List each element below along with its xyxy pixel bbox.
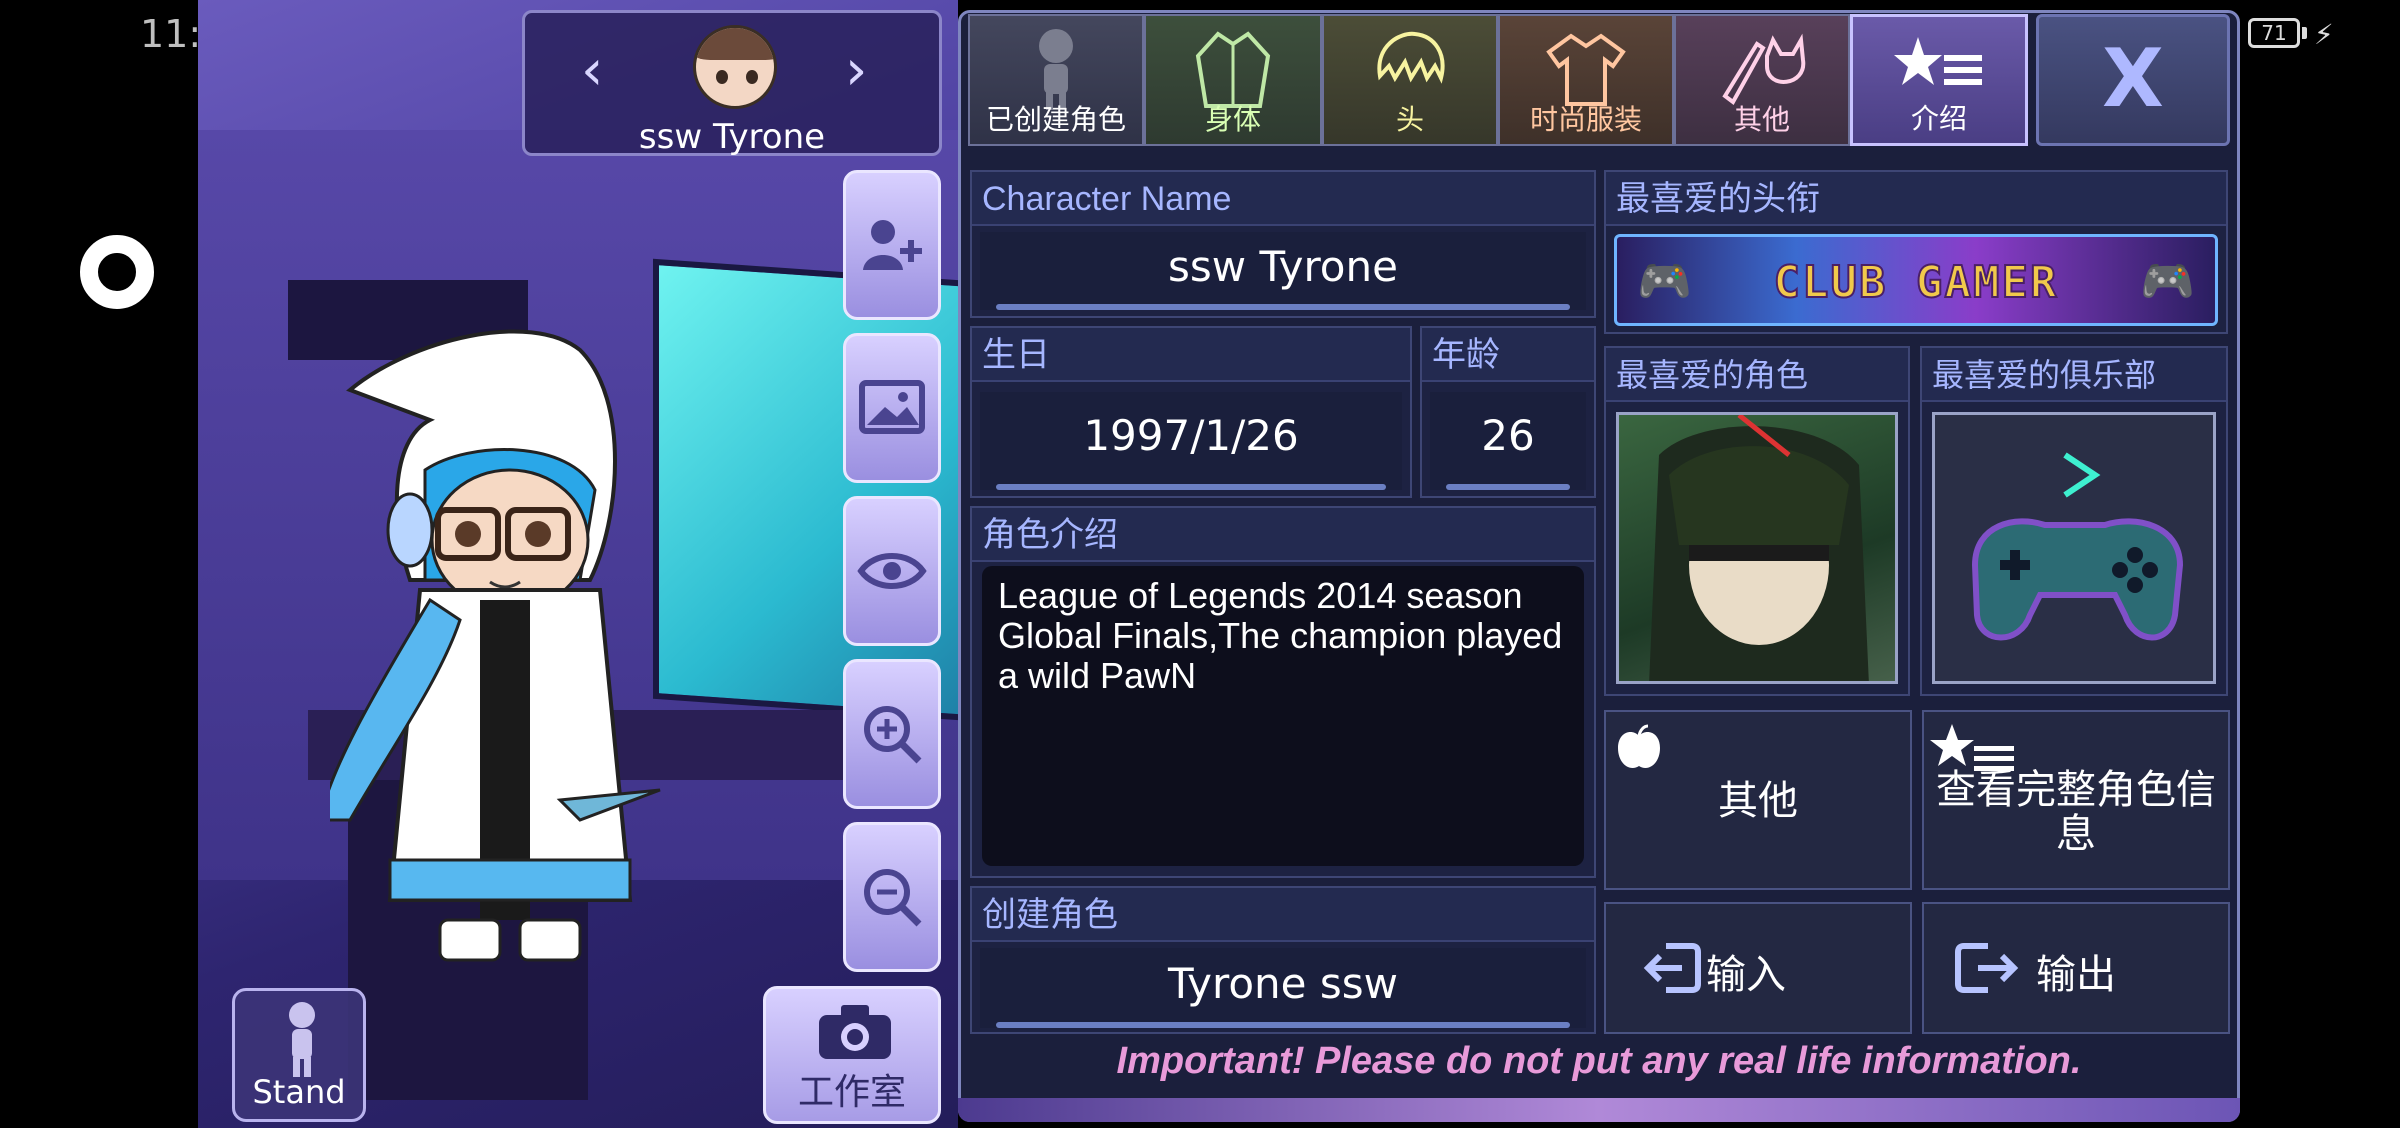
tab-body[interactable]: 身体: [1144, 14, 1322, 146]
camera-icon: [819, 1005, 891, 1059]
favorite-club-image[interactable]: [1932, 412, 2216, 684]
standing-figure-icon: [289, 1002, 315, 1077]
age-field[interactable]: 26: [1430, 392, 1586, 490]
bio-label: 角色介绍: [972, 508, 1594, 562]
character-avatar[interactable]: [330, 320, 750, 980]
selected-character-name: ssw Tyrone: [638, 117, 826, 157]
selected-character-avatar[interactable]: [693, 25, 777, 109]
prev-character-arrow-icon[interactable]: ‹: [581, 43, 603, 99]
birthday-value: 1997/1/26: [1083, 411, 1299, 460]
export-button[interactable]: 输出: [1922, 902, 2230, 1034]
gamepad-right-icon: 🎮: [2140, 256, 2195, 307]
eye-icon: [857, 553, 927, 589]
age-value: 26: [1481, 411, 1535, 460]
battery-indicator: 71: [2248, 18, 2300, 48]
export-label: 输出: [2036, 952, 2116, 998]
favorite-club-box: 最喜爱的俱乐部: [1920, 346, 2228, 696]
favorite-character-image[interactable]: [1616, 412, 1898, 684]
tab-head[interactable]: 头: [1322, 14, 1498, 146]
character-name-box: Character Name ssw Tyrone: [970, 170, 1596, 318]
background-button[interactable]: [843, 333, 941, 483]
zoom-out-icon: [864, 869, 922, 927]
character-name-field[interactable]: ssw Tyrone: [980, 232, 1586, 310]
creator-box: 创建角色 Tyrone ssw: [970, 886, 1596, 1034]
character-name-value: ssw Tyrone: [1168, 242, 1398, 291]
favorite-title-label: 最喜爱的头衔: [1606, 172, 2226, 226]
visibility-button[interactable]: [843, 496, 941, 646]
tab-fashion[interactable]: 时尚服装: [1498, 14, 1674, 146]
creator-value: Tyrone ssw: [1168, 959, 1398, 1008]
favorite-title-banner[interactable]: 🎮 CLUB GAMER 🎮: [1614, 234, 2218, 326]
close-button[interactable]: X: [2036, 14, 2230, 146]
studio-button[interactable]: 工作室: [763, 986, 941, 1124]
screen-record-icon[interactable]: [80, 235, 154, 309]
character-name-label: Character Name: [972, 172, 1594, 226]
birthday-field[interactable]: 1997/1/26: [980, 392, 1402, 490]
stand-label: Stand: [252, 1073, 346, 1111]
zoom-out-button[interactable]: [843, 822, 941, 972]
favorite-club-label: 最喜爱的俱乐部: [1922, 348, 2226, 402]
favorite-title-box: 最喜爱的头衔 🎮 CLUB GAMER 🎮: [1604, 170, 2228, 334]
bio-textarea[interactable]: League of Legends 2014 season Global Fin…: [982, 566, 1584, 866]
favorite-character-box: 最喜爱的角色: [1604, 346, 1910, 696]
image-icon: [859, 380, 925, 434]
title-banner-text: CLUB GAMER: [1773, 256, 2059, 309]
charging-icon: ⚡: [2314, 18, 2334, 51]
panel-bottom-glow: [958, 1098, 2240, 1122]
stand-pose-button[interactable]: Stand: [232, 988, 366, 1122]
next-character-arrow-icon[interactable]: ›: [845, 43, 867, 99]
zoom-in-icon: [864, 706, 922, 764]
add-person-icon: [863, 220, 922, 270]
other-button-label: 其他: [1718, 778, 1798, 824]
studio-label: 工作室: [797, 1072, 906, 1113]
import-icon: [1643, 943, 1701, 993]
screen: 11:12 71 ⚡ ‹ › ssw Tyrone Stand 工作室 已创建角…: [0, 0, 2400, 1128]
creator-label: 创建角色: [972, 888, 1594, 942]
zoom-in-button[interactable]: [843, 659, 941, 809]
gamepad-icon: [1971, 452, 2184, 641]
battery-tip: [2302, 27, 2307, 39]
view-full-info-label: 查看完整角色信息: [1936, 767, 2216, 857]
age-label: 年龄: [1422, 328, 1594, 382]
import-label: 输入: [1706, 952, 1786, 998]
view-full-info-button[interactable]: 查看完整角色信息: [1922, 710, 2230, 890]
birthday-label: 生日: [972, 328, 1410, 382]
tab-intro[interactable]: 介绍: [1850, 14, 2028, 146]
add-character-button[interactable]: [843, 170, 941, 320]
other-button[interactable]: 其他: [1604, 710, 1912, 890]
birthday-box: 生日 1997/1/26: [970, 326, 1412, 498]
export-icon: [1955, 943, 2019, 993]
real-info-warning: Important! Please do not put any real li…: [1116, 1040, 2082, 1082]
import-button[interactable]: 输入: [1604, 902, 1912, 1034]
character-selector: ‹ › ssw Tyrone: [522, 10, 942, 157]
favorite-character-label: 最喜爱的角色: [1606, 348, 1908, 402]
age-box: 年龄 26: [1420, 326, 1596, 498]
bio-box: 角色介绍 League of Legends 2014 season Globa…: [970, 506, 1596, 878]
creator-field[interactable]: Tyrone ssw: [980, 948, 1586, 1028]
tab-created-characters[interactable]: 已创建角色: [968, 14, 1144, 146]
tab-other[interactable]: 其他: [1674, 14, 1850, 146]
